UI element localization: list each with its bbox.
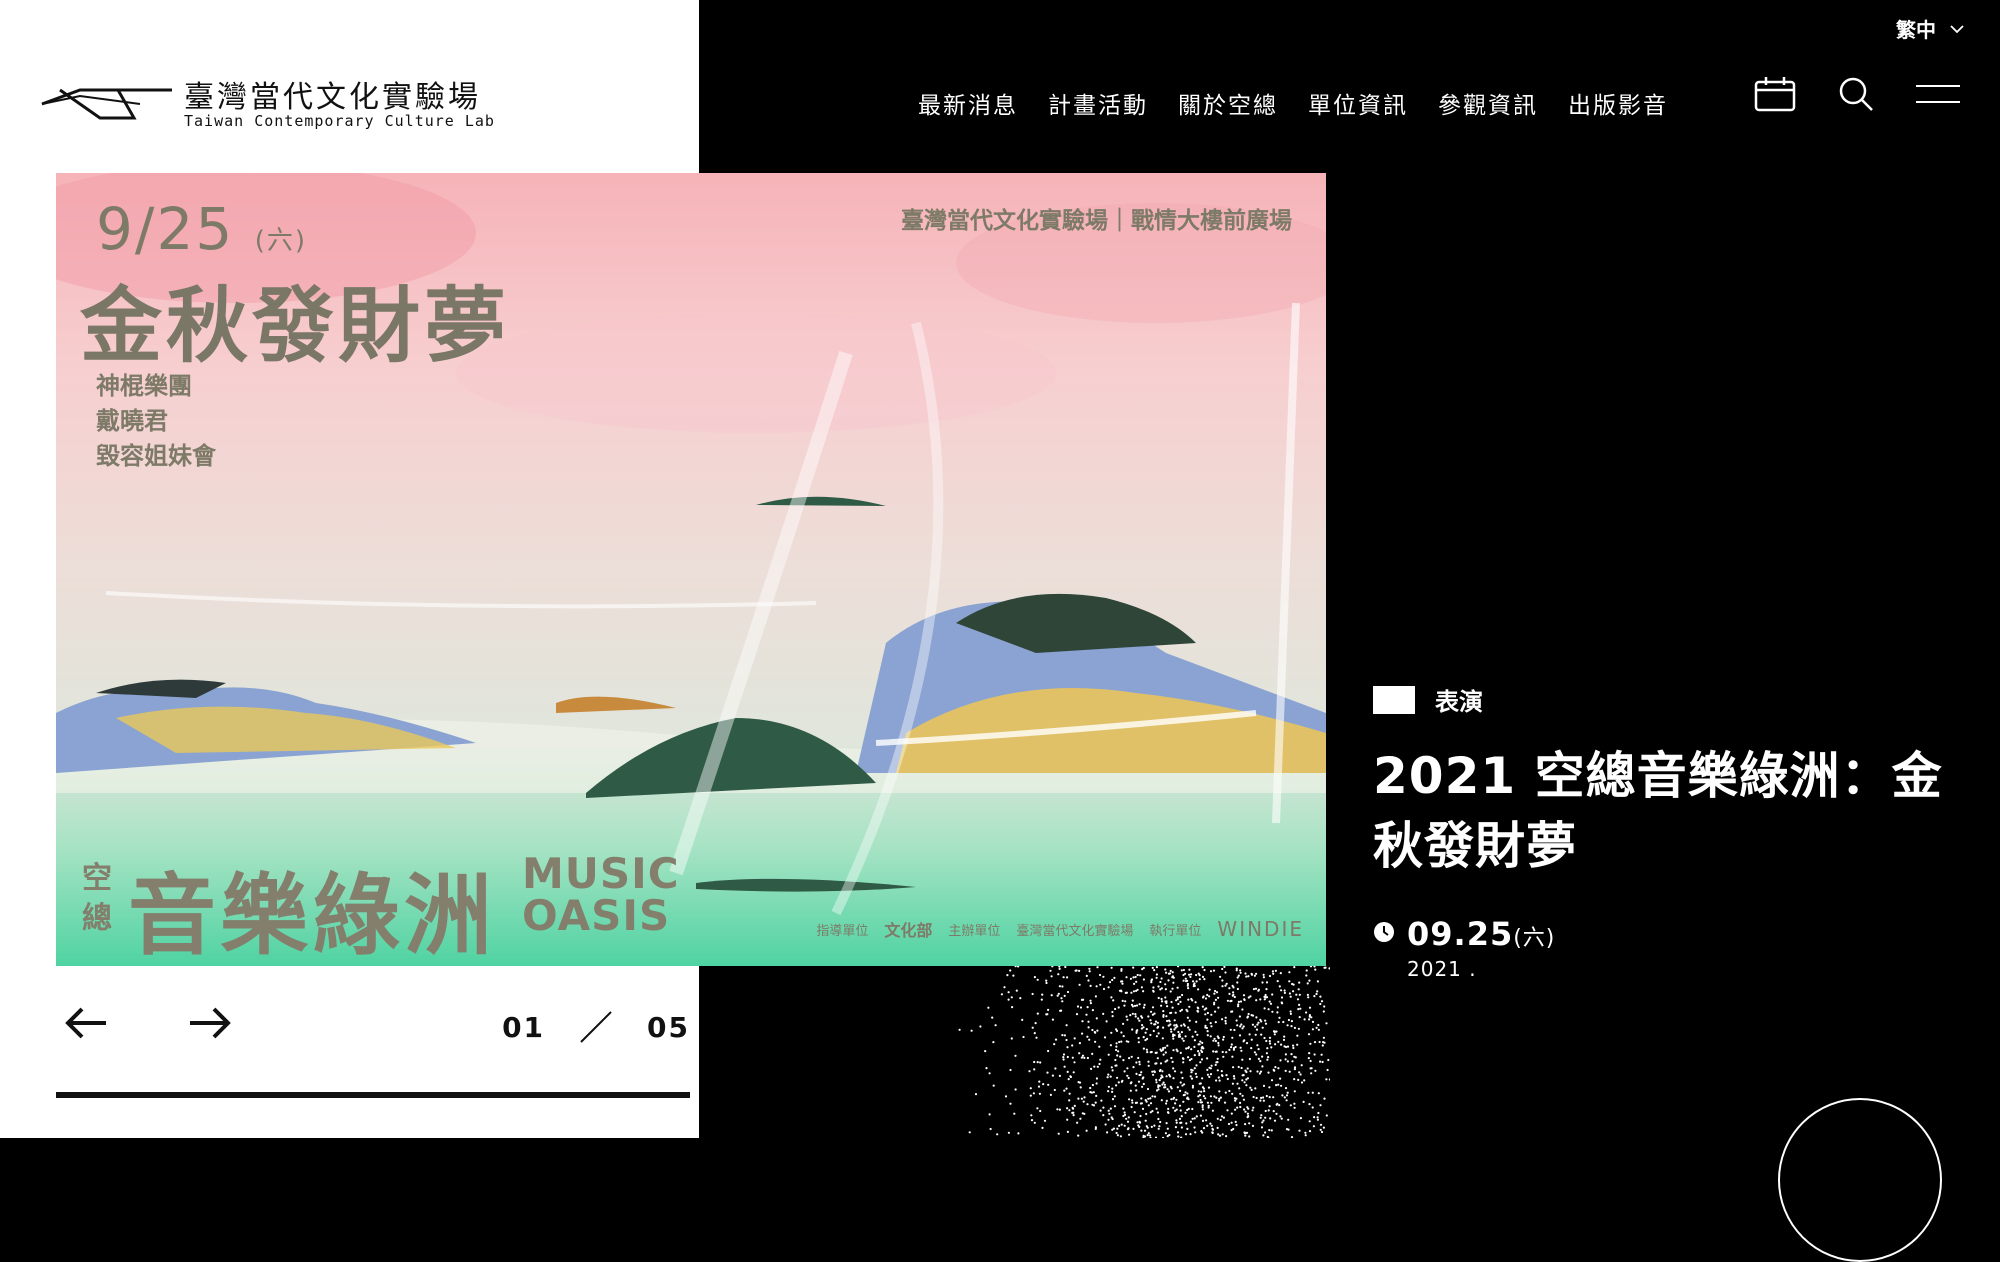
poster-artist: 戴曉君 — [96, 407, 168, 435]
site-logo[interactable]: 臺灣當代文化實驗場 Taiwan Contemporary Culture La… — [40, 72, 494, 132]
slide-counter: 01 05 — [502, 1010, 690, 1044]
arrow-left-icon[interactable] — [64, 1006, 108, 1040]
poster-brand-mark: 空總 — [82, 861, 112, 936]
logo-name-en: Taiwan Contemporary Culture Lab — [184, 112, 495, 130]
event-weekday: (六) — [1513, 926, 1556, 951]
poster-sponsors: 指導單位 文化部 主辦單位 臺灣當代文化實驗場 執行單位 WINDIE — [816, 917, 1304, 941]
poster-oasis-zh: 音樂綠洲 — [128, 864, 497, 966]
chevron-down-icon — [1950, 24, 1964, 33]
arrow-right-icon[interactable] — [188, 1006, 232, 1040]
calendar-icon[interactable] — [1754, 76, 1796, 112]
slider-controls: 01 05 — [56, 1000, 690, 1060]
event-date: 09.25(六) 2021 . — [1373, 915, 1953, 981]
poster-title: 金秋發財夢 — [80, 279, 511, 374]
nav-item-news[interactable]: 最新消息 — [918, 86, 1018, 120]
scroll-circle-button[interactable] — [1778, 1098, 1942, 1262]
clock-icon — [1374, 922, 1394, 942]
logo-icon — [41, 88, 172, 120]
search-icon[interactable] — [1838, 76, 1874, 112]
nav-item-units[interactable]: 單位資訊 — [1308, 86, 1408, 120]
noise-texture — [958, 966, 1330, 1138]
header-tools — [1754, 76, 1960, 112]
category-label: 表演 — [1435, 688, 1483, 716]
poster-date: 9/25 (六) — [96, 195, 307, 263]
slide-total: 05 — [647, 1010, 690, 1044]
poster-artist: 毀容姐妹會 — [96, 442, 216, 470]
poster-artists: 神棍樂團 戴曉君 毀容姐妹會 — [96, 369, 216, 474]
event-title[interactable]: 2021 空總音樂綠洲：金秋發財夢 — [1373, 741, 1953, 881]
poster-artist: 神棍樂團 — [96, 372, 192, 400]
hero-slide-image[interactable]: 9/25 (六) 臺灣當代文化實驗場｜戰情大樓前廣場 金秋發財夢 神棍樂團 戴曉… — [56, 173, 1326, 966]
nav-item-programs[interactable]: 計畫活動 — [1048, 86, 1148, 120]
nav-item-about[interactable]: 關於空總 — [1178, 86, 1278, 120]
nav-item-visit[interactable]: 參觀資訊 — [1438, 86, 1538, 120]
event-info: 表演 2021 空總音樂綠洲：金秋發財夢 09.25(六) 2021 . — [1373, 682, 1953, 981]
language-selector[interactable]: 繁中 — [1896, 14, 1964, 43]
event-category: 表演 — [1373, 682, 1953, 717]
poster-oasis-en: MUSIC OASIS — [522, 849, 680, 940]
nav-item-publications[interactable]: 出版影音 — [1568, 86, 1668, 120]
language-label: 繁中 — [1896, 18, 1936, 42]
logo-name-zh: 臺灣當代文化實驗場 — [184, 80, 481, 115]
slash-divider — [580, 1011, 612, 1043]
main-nav: 最新消息 計畫活動 關於空總 單位資訊 參觀資訊 出版影音 — [918, 86, 1668, 120]
event-date-day: 09.25 — [1407, 915, 1514, 953]
category-marker — [1373, 685, 1415, 714]
slide-progress-bar — [56, 1092, 690, 1098]
poster-venue: 臺灣當代文化實驗場｜戰情大樓前廣場 — [901, 208, 1292, 234]
slide-current: 01 — [502, 1010, 546, 1044]
event-year: 2021 . — [1407, 957, 1477, 981]
menu-icon[interactable] — [1916, 83, 1960, 105]
